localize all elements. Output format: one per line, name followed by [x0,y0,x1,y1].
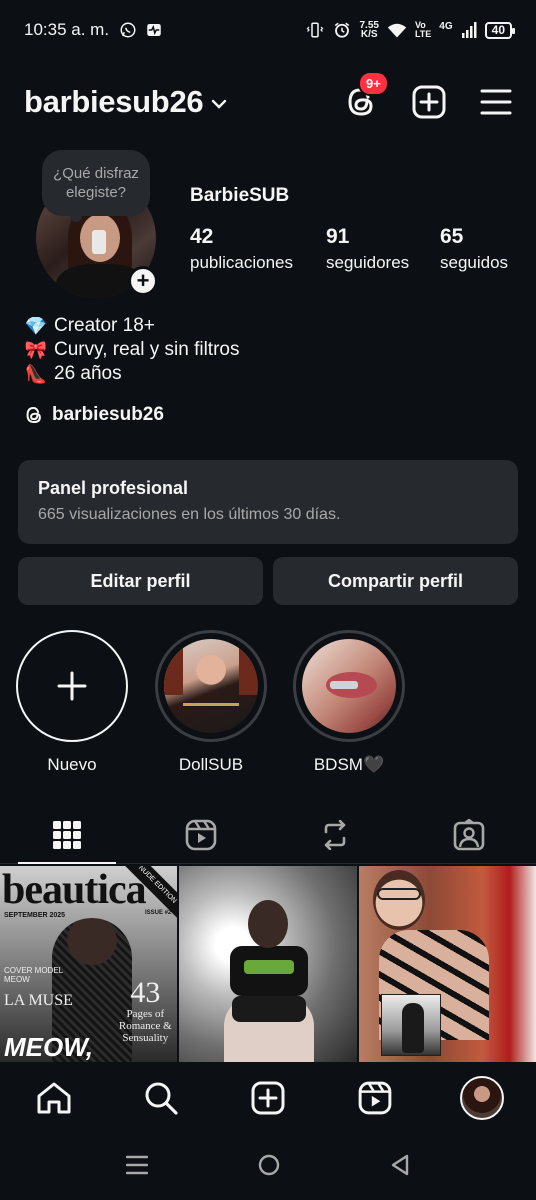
story-highlights: Nuevo DollSUB BDSM🖤 [0,630,536,774]
tab-tagged[interactable] [402,806,536,863]
tab-reels[interactable] [134,806,268,863]
magazine-title: beautica [2,867,147,913]
highlight-cover [164,639,258,733]
profile-stats: 42 publicaciones 91 seguidores 65 seguid… [190,225,508,275]
display-name: BarbieSUB [190,185,290,206]
bio-line: 💎 Creator 18+ [24,315,155,336]
signal-icon [461,22,477,38]
system-navigation [0,1130,536,1200]
profile-actions: Editar perfil Compartir perfil [18,557,518,605]
stat-followers[interactable]: 91 seguidores [326,225,440,275]
bio-line: 🎀 Curvy, real y sin filtros [24,339,240,360]
plus-icon [57,671,87,701]
health-monitor-icon [147,24,161,36]
volte-indicator: Vo LTE [414,20,432,39]
nav-reels[interactable] [322,1081,429,1115]
share-profile-button[interactable]: Compartir perfil [273,557,518,605]
status-bar: 10:35 a. m. 7.55 K/S Vo LTE 4G 40 [0,0,536,60]
network-speed: 7.55 K/S [359,20,379,40]
profile-bio: 💎 Creator 18+ 🎀 Curvy, real y sin filtro… [24,314,240,386]
repost-icon [324,819,346,850]
magazine-headline: MEOW, [4,1032,94,1062]
reels-icon [358,1081,392,1115]
profile-info: + ¿Qué disfraz elegiste? BarbieSUB 42 pu… [0,150,536,310]
bio-line: 👠 26 años [24,363,122,384]
heel-icon: 👠 [24,364,48,384]
grid-icon [53,820,81,849]
nav-search[interactable] [107,1081,214,1115]
status-time: 10:35 a. m. [24,20,110,39]
tab-reposts[interactable] [268,806,402,863]
magazine-month: SEPTEMBER 2025 [4,912,66,919]
bottom-navigation [0,1066,536,1130]
recents-icon[interactable] [126,1155,148,1175]
nav-home[interactable] [0,1081,107,1115]
tab-posts[interactable] [0,806,134,864]
tagged-icon [453,818,485,850]
magazine-cover-text: COVER MODEL MEOW [4,966,64,984]
magazine-issue: ISSUE #2 [144,910,172,916]
stat-following[interactable]: 65 seguidos [440,225,508,275]
nav-profile[interactable] [429,1076,536,1120]
network-type: 4G [439,20,453,32]
nav-create[interactable] [214,1081,321,1115]
magazine-muse: LA MUSE [4,992,73,1009]
ribbon-icon: 🎀 [24,340,48,360]
stat-posts[interactable]: 42 publicaciones [190,225,326,275]
whatsapp-icon [120,22,136,38]
profile-header: barbiesub26 9+ [0,70,536,134]
profile-tabs [0,806,536,864]
alarm-icon [335,22,350,38]
post-thumbnail[interactable] [358,866,536,1062]
threads-button[interactable]: 9+ [344,71,389,119]
chevron-down-icon[interactable] [211,98,227,110]
note-bubble[interactable]: ¿Qué disfraz elegiste? [42,150,150,222]
highlight-label: Nuevo [47,755,97,774]
battery-indicator: 40 [484,21,516,39]
highlight-label: BDSM🖤 [313,755,385,774]
panel-subtitle: 665 visualizaciones en los últimos 30 dí… [38,506,341,523]
create-icon [251,1081,285,1115]
post-thumbnail[interactable] [179,866,357,1062]
edit-profile-button[interactable]: Editar perfil [18,557,263,605]
search-icon [145,1082,178,1115]
highlight-new[interactable]: Nuevo [16,630,128,775]
threads-icon [26,406,41,424]
menu-icon[interactable] [480,88,512,116]
avatar [460,1076,505,1120]
home-button-icon[interactable] [258,1154,280,1176]
post-thumbnail[interactable]: beautica NUDE EDITION SEPTEMBER 2025 ISS… [0,866,178,1062]
notification-badge: 9+ [358,71,389,96]
highlight-label: DollSUB [178,755,244,774]
home-icon [37,1082,71,1114]
create-icon[interactable] [412,85,446,119]
magazine-pages: 43 Pages of Romance & Sensuality [118,976,172,1045]
back-icon[interactable] [390,1154,410,1176]
highlight-dollsub[interactable]: DollSUB [155,630,267,775]
threads-profile-link[interactable]: barbiesub26 [24,404,164,426]
diamond-icon: 💎 [24,316,48,336]
reels-icon [185,819,217,850]
panel-title: Panel profesional [38,478,189,498]
highlight-bdsm[interactable]: BDSM🖤 [293,630,405,775]
post-grid: beautica NUDE EDITION SEPTEMBER 2025 ISS… [0,866,536,1062]
vibrate-icon [307,22,324,38]
professional-dashboard[interactable]: Panel profesional 665 visualizaciones en… [18,460,518,544]
highlight-cover [302,639,396,733]
username-switcher[interactable]: barbiesub26 [24,84,204,120]
wifi-icon [387,23,407,38]
add-story-icon[interactable]: + [128,266,158,296]
